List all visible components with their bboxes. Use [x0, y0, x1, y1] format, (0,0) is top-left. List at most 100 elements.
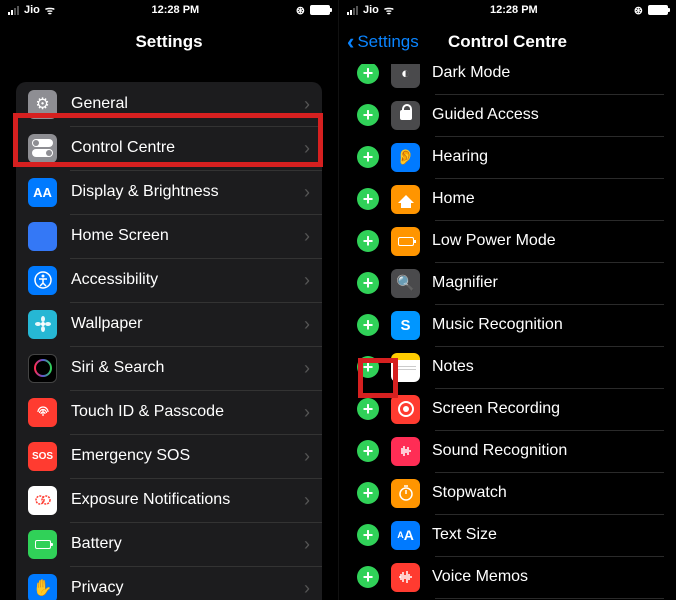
- settings-row-touch-id-passcode[interactable]: Touch ID & Passcode ›: [16, 390, 322, 434]
- settings-row-general[interactable]: ⚙︎General›: [16, 82, 322, 126]
- add-button[interactable]: +: [357, 272, 379, 294]
- control-row-screen-recording: + Screen Recording: [357, 388, 664, 430]
- exposure-icon: [28, 486, 57, 515]
- wifi-icon: ᯤ: [384, 3, 394, 18]
- orientation-lock-icon: ⊛: [634, 4, 643, 17]
- more-controls-list: +◐Dark Mode+Guided Access+👂Hearing+Home+…: [339, 64, 676, 600]
- chevron-right-icon: ›: [304, 182, 310, 203]
- row-label: General: [71, 95, 290, 113]
- chevron-right-icon: ›: [304, 226, 310, 247]
- settings-row-wallpaper[interactable]: Wallpaper›: [16, 302, 322, 346]
- control-row-hearing: + 👂 Hearing: [357, 136, 664, 178]
- add-button[interactable]: +: [357, 146, 379, 168]
- page-title: Settings: [135, 32, 202, 52]
- hearing-icon: 👂: [391, 143, 420, 172]
- settings-row-display-brightness[interactable]: AA Display & Brightness ›: [16, 170, 322, 214]
- control-label: Hearing: [432, 148, 664, 166]
- chevron-right-icon: ›: [304, 402, 310, 423]
- battery-setting-icon: [28, 530, 57, 559]
- chevron-right-icon: ›: [304, 578, 310, 599]
- carrier-label: Jio: [24, 4, 40, 16]
- display-icon: AA: [28, 178, 57, 207]
- control-label: Dark Mode: [432, 64, 664, 82]
- add-button[interactable]: +: [357, 230, 379, 252]
- settings-row-privacy[interactable]: ✋ Privacy ›: [16, 566, 322, 600]
- add-button[interactable]: +: [357, 482, 379, 504]
- settings-row-siri-search[interactable]: Siri & Search›: [16, 346, 322, 390]
- notes-icon: [391, 353, 420, 382]
- settings-row-control-centre[interactable]: Control Centre›: [16, 126, 322, 170]
- carrier-label: Jio: [363, 4, 379, 16]
- nav-bar: ‹ Settings Control Centre: [339, 20, 676, 64]
- control-row-sound-recognition: + Sound Recognition: [357, 430, 664, 472]
- add-button[interactable]: +: [357, 566, 379, 588]
- row-label: Home Screen: [71, 227, 290, 245]
- row-label: Exposure Notifications: [71, 491, 290, 509]
- control-label: Screen Recording: [432, 400, 664, 418]
- low-power-icon: [391, 227, 420, 256]
- row-label: Control Centre: [71, 139, 290, 157]
- wallpaper-icon: [28, 310, 57, 339]
- battery-icon: [310, 5, 330, 15]
- row-label: Privacy: [71, 579, 290, 597]
- settings-row-exposure-notifications[interactable]: Exposure Notifications›: [16, 478, 322, 522]
- add-button[interactable]: +: [357, 398, 379, 420]
- battery-icon: [648, 5, 668, 15]
- chevron-right-icon: ›: [304, 270, 310, 291]
- add-button[interactable]: +: [357, 314, 379, 336]
- chevron-left-icon: ‹: [347, 29, 354, 55]
- screen-recording-icon: [391, 395, 420, 424]
- add-button[interactable]: +: [357, 524, 379, 546]
- back-button[interactable]: ‹ Settings: [347, 29, 419, 55]
- guided-access-icon: [391, 101, 420, 130]
- add-button[interactable]: +: [357, 188, 379, 210]
- settings-row-emergency-sos[interactable]: SOS Emergency SOS ›: [16, 434, 322, 478]
- control-label: Notes: [432, 358, 664, 376]
- control-row-music-recognition: +SMusic Recognition: [357, 304, 664, 346]
- settings-row-home-screen[interactable]: Home Screen ›: [16, 214, 322, 258]
- touchid-icon: [28, 398, 57, 427]
- signal-icon: [8, 5, 19, 15]
- wifi-icon: ᯤ: [45, 3, 55, 18]
- row-label: Display & Brightness: [71, 183, 290, 201]
- phone-settings: Jio ᯤ 12:28 PM ⊛ Settings ⚙︎General›Cont…: [0, 0, 338, 600]
- control-row-low-power-mode: +Low Power Mode: [357, 220, 664, 262]
- dark-mode-icon: ◐: [391, 64, 420, 88]
- home-screen-icon: [28, 222, 57, 251]
- settings-row-battery[interactable]: Battery ›: [16, 522, 322, 566]
- settings-row-accessibility[interactable]: Accessibility›: [16, 258, 322, 302]
- chevron-right-icon: ›: [304, 534, 310, 555]
- control-row-home: +Home: [357, 178, 664, 220]
- accessibility-icon: [28, 266, 57, 295]
- control-row-notes: + Notes: [357, 346, 664, 388]
- control-label: Magnifier: [432, 274, 664, 292]
- orientation-lock-icon: ⊛: [296, 4, 305, 17]
- control-label: Sound Recognition: [432, 442, 664, 460]
- add-button[interactable]: +: [357, 104, 379, 126]
- status-time: 12:28 PM: [152, 4, 200, 16]
- chevron-right-icon: ›: [304, 94, 310, 115]
- siri-icon: [28, 354, 57, 383]
- phone-control-centre: Jio ᯤ 12:28 PM ⊛ ‹ Settings Control Cent…: [338, 0, 676, 600]
- control-label: Guided Access: [432, 106, 664, 124]
- row-label: Touch ID & Passcode: [71, 403, 290, 421]
- signal-icon: [347, 5, 358, 15]
- chevron-right-icon: ›: [304, 358, 310, 379]
- privacy-icon: ✋: [28, 574, 57, 600]
- home-icon: [391, 185, 420, 214]
- settings-group: ⚙︎General›Control Centre›AADisplay & Bri…: [16, 82, 322, 600]
- row-label: Emergency SOS: [71, 447, 290, 465]
- control-label: Text Size: [432, 526, 664, 544]
- status-time: 12:28 PM: [490, 4, 538, 16]
- chevron-right-icon: ›: [304, 314, 310, 335]
- control-row-guided-access: + Guided Access: [357, 94, 664, 136]
- control-row-text-size: +AAText Size: [357, 514, 664, 556]
- row-label: Battery: [71, 535, 290, 553]
- chevron-right-icon: ›: [304, 446, 310, 467]
- voice-memos-icon: [391, 563, 420, 592]
- nav-bar: Settings: [0, 20, 338, 64]
- sos-icon: SOS: [28, 442, 57, 471]
- add-button[interactable]: +: [357, 440, 379, 462]
- add-button[interactable]: +: [357, 356, 379, 378]
- add-button[interactable]: +: [357, 64, 379, 84]
